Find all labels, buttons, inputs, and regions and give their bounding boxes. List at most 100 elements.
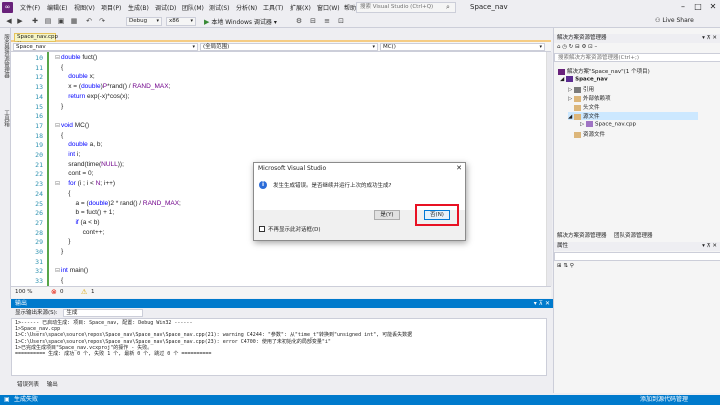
menu-view[interactable]: 视图(V) (74, 3, 95, 12)
tree-project-label: Space_nav (575, 76, 608, 83)
menu-extensions[interactable]: 扩展(X) (290, 3, 311, 12)
folder-icon (574, 104, 581, 111)
dialog-close-icon[interactable]: ✕ (456, 163, 462, 174)
project-dropdown[interactable]: Space_nav (13, 43, 198, 51)
document-tab[interactable]: Space_nav.cpp ✕ (14, 33, 58, 47)
output-source-select[interactable]: 生成 (63, 308, 144, 317)
solution-search-input[interactable]: 搜索解决方案资源管理器(Ctrl+;) (554, 53, 720, 62)
config-select[interactable]: Debug (126, 17, 162, 26)
redo-icon[interactable]: ↷ (97, 16, 107, 26)
code-line[interactable]: x = (double)P*rand() / RAND_MAX; (61, 83, 170, 90)
fold-toggle-icon[interactable]: ⊟ (55, 122, 60, 129)
properties-toolbar: ⊞ ⇅ ⚲ (554, 262, 720, 271)
forward-icon[interactable]: ▶ (15, 16, 25, 26)
code-line[interactable]: int main() (61, 267, 88, 274)
tab-solution-explorer[interactable]: 解决方案资源管理器 (557, 231, 607, 239)
back-icon[interactable]: ◀ (4, 16, 14, 26)
breakpoint-icon[interactable]: ⊟ (308, 16, 318, 26)
source-control-button[interactable]: 添加到源代码管理 (640, 395, 688, 405)
tree-cpp-file[interactable]: ▷ Space_nav.cpp (580, 121, 636, 128)
code-line[interactable]: double x; (61, 73, 94, 80)
code-line[interactable]: double a, b; (61, 141, 102, 148)
dont-show-checkbox[interactable] (259, 226, 265, 232)
code-line[interactable]: } (61, 103, 63, 110)
line-number: 26 (35, 209, 43, 218)
properties-pin-icon[interactable]: ▾ ⊼ ✕ (702, 242, 717, 251)
code-line[interactable]: { (61, 277, 63, 284)
fold-toggle-icon[interactable]: ⊟ (55, 267, 60, 274)
code-line[interactable]: cont = 0; (61, 170, 93, 177)
menu-project[interactable]: 项目(P) (101, 3, 121, 12)
maximize-icon[interactable]: □ (691, 1, 705, 13)
error-count[interactable]: 0 (60, 289, 64, 295)
tree-references[interactable]: ▷ 引用 (568, 85, 594, 93)
code-line[interactable]: int i; (61, 151, 80, 158)
confirm-dialog: Microsoft Visual Studio ✕ i 发生生成错误。是否继续并… (253, 162, 466, 241)
code-line[interactable]: return exp(-x)*cos(x); (61, 93, 129, 100)
fold-toggle-icon[interactable]: ⊟ (55, 54, 60, 61)
code-line[interactable]: srand(time(NULL)); (61, 161, 124, 168)
menu-window[interactable]: 窗口(W) (317, 3, 340, 12)
debug-options-icon[interactable]: ⚙ (294, 16, 304, 26)
code-line[interactable]: double fuct() (61, 54, 97, 61)
scope-dropdown[interactable]: (全局范围) (200, 43, 378, 51)
tree-resource-files[interactable]: 资源文件 (574, 130, 605, 138)
code-line[interactable]: { (61, 132, 63, 139)
zoom-level[interactable]: 100 % (15, 289, 32, 295)
panel-pin-icon[interactable]: ▾ ⊼ ✕ (702, 34, 717, 43)
code-line[interactable]: } (61, 238, 70, 245)
search-icon[interactable]: ⌕ (446, 3, 455, 12)
run-button[interactable]: ▶ 本地 Windows 调试器 ▾ (204, 17, 277, 26)
line-number: 33 (35, 277, 43, 286)
tree-source-files[interactable]: ◢ 源文件 (568, 112, 698, 120)
line-number: 30 (35, 248, 43, 256)
menu-test[interactable]: 测试(S) (209, 3, 230, 12)
minimize-icon[interactable]: – (676, 1, 690, 13)
tab-team-explorer[interactable]: 团队资源管理器 (614, 231, 653, 239)
code-line[interactable]: if (a < b) (61, 219, 99, 226)
menu-file[interactable]: 文件(F) (20, 3, 40, 12)
tree-external-deps[interactable]: ▷ 外部依赖项 (568, 94, 611, 102)
code-line[interactable]: for (i ; i < N; i++) (61, 180, 115, 187)
output-pin-icon[interactable]: ▾ ⊼ ✕ (534, 299, 550, 308)
save-icon[interactable]: ▣ (56, 16, 66, 26)
save-all-icon[interactable]: ▦ (69, 16, 79, 26)
tree-project[interactable]: ◢ Space_nav (560, 76, 608, 83)
tree-solution[interactable]: 解决方案"Space_nav"(1 个项目) (558, 67, 650, 75)
code-line[interactable]: a = (double)2 * rand() / RAND_MAX; (61, 200, 180, 207)
status-bar: ▣ 生成失败 添加到源代码管理 (0, 395, 720, 405)
code-line[interactable]: { (61, 190, 70, 197)
code-line[interactable]: void MC() (61, 122, 89, 129)
tab-error-list[interactable]: 错误列表 (17, 382, 39, 388)
open-icon[interactable]: ▤ (43, 16, 53, 26)
member-dropdown[interactable]: MC() (380, 43, 545, 51)
fold-toggle-icon[interactable]: ⊟ (55, 180, 60, 187)
menu-team[interactable]: 团队(M) (182, 3, 204, 12)
menu-edit[interactable]: 编辑(E) (47, 3, 67, 12)
editor-scrollbar[interactable] (546, 52, 552, 286)
menu-debug[interactable]: 调试(D) (155, 3, 176, 12)
tab-output[interactable]: 输出 (47, 382, 58, 388)
code-line[interactable]: } (61, 248, 63, 255)
menu-tools[interactable]: 工具(T) (263, 3, 283, 12)
tree-header-files[interactable]: 头文件 (574, 103, 600, 111)
close-icon[interactable]: ✕ (706, 1, 720, 13)
undo-icon[interactable]: ↶ (84, 16, 94, 26)
search-input[interactable]: 搜索 Visual Studio (Ctrl+Q) (356, 2, 456, 13)
format-icon[interactable]: ≡ (322, 16, 332, 26)
live-share-button[interactable]: ⚇ Live Share (655, 17, 694, 24)
new-project-icon[interactable]: ✚ (30, 16, 40, 26)
yes-button[interactable]: 是(Y) (374, 210, 400, 220)
platform-select[interactable]: x86 (166, 17, 196, 26)
code-line[interactable]: { (61, 64, 63, 71)
properties-object-select[interactable] (554, 252, 720, 261)
menu-build[interactable]: 生成(B) (128, 3, 149, 12)
line-number: 21 (35, 160, 43, 169)
toolbox-tab[interactable]: 工具箱 (2, 110, 10, 127)
comment-icon[interactable]: ⊡ (336, 16, 346, 26)
server-explorer-tab[interactable]: 服务器资源管理器 (2, 34, 10, 78)
code-line[interactable]: cont++; (61, 229, 105, 236)
menu-analyze[interactable]: 分析(N) (236, 3, 257, 12)
warning-count[interactable]: 1 (91, 289, 95, 295)
code-line[interactable]: b = fuct() + 1; (61, 209, 114, 216)
